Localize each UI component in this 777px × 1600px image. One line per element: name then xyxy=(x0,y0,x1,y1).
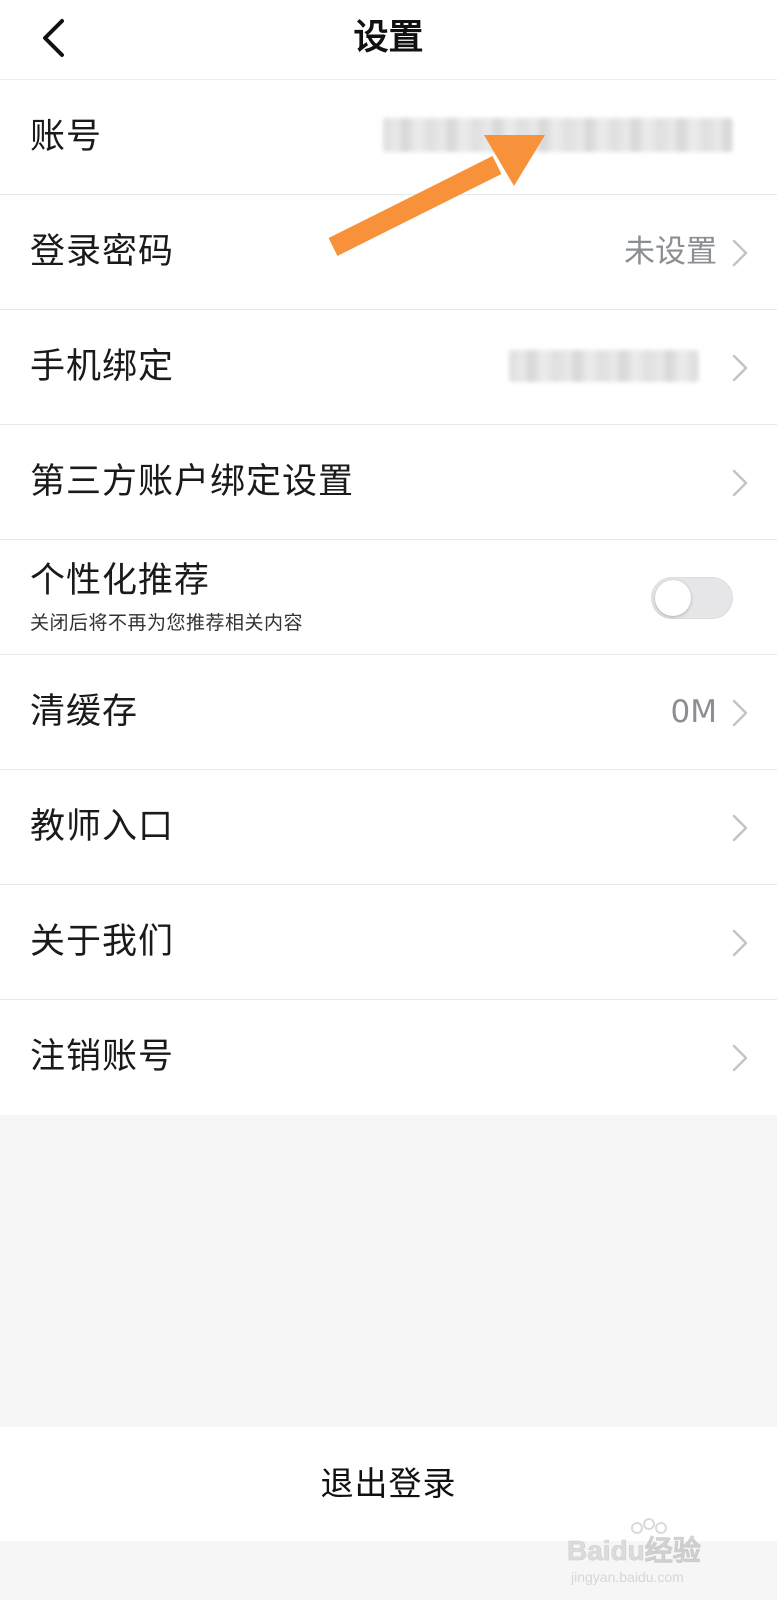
settings-row-clear-cache[interactable]: 清缓存 0M xyxy=(0,655,777,770)
settings-row-phone-binding[interactable]: 手机绑定 xyxy=(0,310,777,425)
row-subtitle: 关闭后将不再为您推荐相关内容 xyxy=(30,612,304,634)
baidu-jingyan-watermark: Baidu经验 jingyan.baidu.com xyxy=(567,1518,701,1585)
settings-screen: 设置 账号 登录密码 未设置 手机绑定 第三方账户绑定设置 个性化推荐 关闭后将… xyxy=(0,0,777,1600)
chevron-right-icon xyxy=(732,469,748,497)
chevron-right-icon xyxy=(732,354,748,382)
settings-row-account[interactable]: 账号 xyxy=(0,80,777,195)
row-label: 清缓存 xyxy=(30,692,139,732)
chevron-right-icon xyxy=(732,699,748,727)
nav-header: 设置 xyxy=(0,0,777,80)
row-label: 个性化推荐 xyxy=(30,561,211,601)
personalized-toggle[interactable] xyxy=(651,577,733,619)
toggle-knob xyxy=(655,580,691,616)
row-value: 0M xyxy=(670,694,717,730)
settings-row-teacher-entry[interactable]: 教师入口 xyxy=(0,770,777,885)
row-label: 关于我们 xyxy=(30,922,175,962)
settings-row-third-party[interactable]: 第三方账户绑定设置 xyxy=(0,425,777,540)
chevron-right-icon xyxy=(732,239,748,267)
account-value-blurred xyxy=(383,118,733,152)
page-title: 设置 xyxy=(353,18,424,58)
settings-row-personalized: 个性化推荐 关闭后将不再为您推荐相关内容 xyxy=(0,540,777,655)
row-label: 第三方账户绑定设置 xyxy=(30,462,355,502)
row-label: 注销账号 xyxy=(30,1037,175,1077)
row-label: 教师入口 xyxy=(30,807,175,847)
settings-list: 账号 登录密码 未设置 手机绑定 第三方账户绑定设置 个性化推荐 关闭后将不再为… xyxy=(0,80,777,1115)
phone-value-blurred xyxy=(509,350,699,382)
row-label: 账号 xyxy=(30,117,103,157)
chevron-right-icon xyxy=(732,929,748,957)
row-label: 登录密码 xyxy=(30,232,175,272)
chevron-right-icon xyxy=(732,814,748,842)
settings-row-login-password[interactable]: 登录密码 未设置 xyxy=(0,195,777,310)
chevron-right-icon xyxy=(732,1044,748,1072)
row-label: 手机绑定 xyxy=(30,347,175,387)
svg-text:Baidu经验: Baidu经验 xyxy=(567,1534,701,1566)
settings-row-delete-account[interactable]: 注销账号 xyxy=(0,1000,777,1115)
settings-row-about-us[interactable]: 关于我们 xyxy=(0,885,777,1000)
svg-text:jingyan.baidu.com: jingyan.baidu.com xyxy=(570,1569,684,1585)
row-value: 未设置 xyxy=(624,234,717,270)
